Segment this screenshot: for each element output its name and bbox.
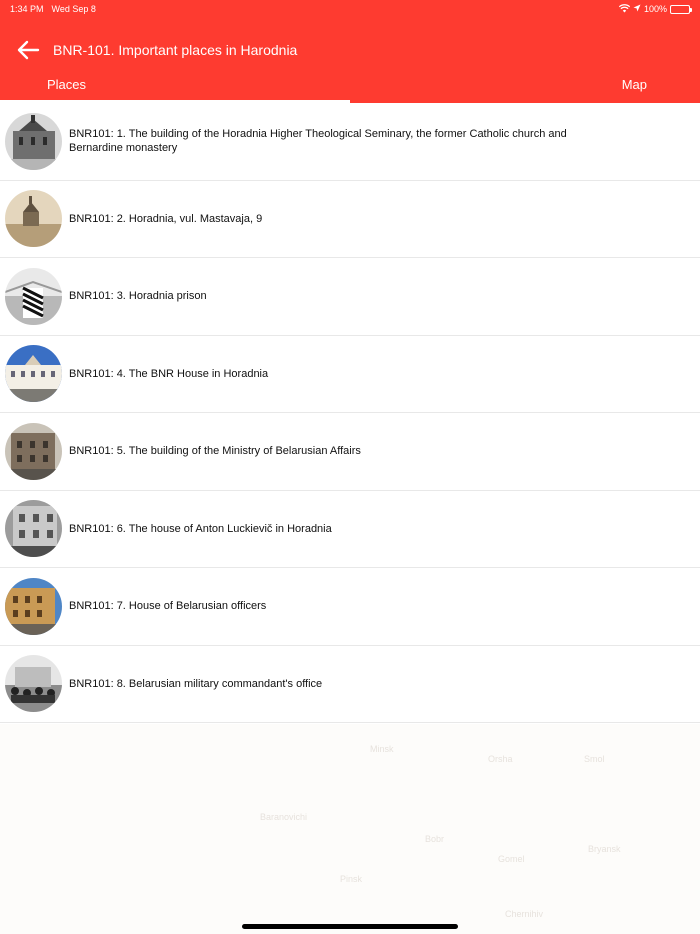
list-item[interactable]: BNR101: 5. The building of the Ministry … <box>0 413 700 491</box>
app-bar: BNR-101. Important places in Harodnia Pl… <box>0 18 700 103</box>
map-background: Minsk Orsha Smol Baranovichi Bobr Gomel … <box>0 724 700 934</box>
battery-percent: 100% <box>643 4 667 14</box>
place-thumbnail <box>5 500 62 558</box>
places-list: BNR101: 1. The building of the Horadnia … <box>0 103 700 723</box>
tab-map[interactable]: Map <box>350 65 700 103</box>
place-title: BNR101: 2. Horadnia, vul. Mastavaja, 9 <box>69 212 263 225</box>
place-title: BNR101: 1. The building of the Horadnia … <box>69 128 567 155</box>
place-title: BNR101: 8. Belarusian military commandan… <box>69 677 323 690</box>
place-thumbnail <box>5 112 62 170</box>
status-time: 1:34 PM <box>10 4 44 14</box>
tab-bar: Places Map <box>0 65 700 103</box>
place-title: BNR101: 3. Horadnia prison <box>69 290 207 303</box>
status-bar: 1:34 PM Wed Sep 8 100% <box>0 0 700 18</box>
location-arrow-icon <box>633 4 641 14</box>
place-thumbnail <box>5 267 62 325</box>
wifi-icon <box>618 3 631 15</box>
page-title: BNR-101. Important places in Harodnia <box>53 42 298 58</box>
tab-places[interactable]: Places <box>0 65 350 103</box>
list-item[interactable]: BNR101: 1. The building of the Horadnia … <box>0 103 700 181</box>
place-thumbnail <box>5 190 62 248</box>
place-thumbnail <box>5 345 62 403</box>
battery-icon <box>670 4 692 14</box>
list-item[interactable]: BNR101: 3. Horadnia prison <box>0 258 700 336</box>
back-button[interactable] <box>14 36 42 64</box>
list-item[interactable]: BNR101: 6. The house of Anton Luckievič … <box>0 490 700 568</box>
place-title: BNR101: 4. The BNR House in Horadnia <box>69 367 269 380</box>
list-item[interactable]: BNR101: 7. House of Belarusian officers <box>0 568 700 646</box>
place-title: BNR101: 7. House of Belarusian officers <box>69 600 267 613</box>
list-item[interactable]: BNR101: 8. Belarusian military commandan… <box>0 645 700 723</box>
place-thumbnail <box>5 655 62 713</box>
arrow-left-icon <box>17 40 40 60</box>
place-title: BNR101: 6. The house of Anton Luckievič … <box>69 522 332 535</box>
status-date: Wed Sep 8 <box>51 4 96 14</box>
place-thumbnail <box>5 577 62 635</box>
list-item[interactable]: BNR101: 2. Horadnia, vul. Mastavaja, 9 <box>0 180 700 258</box>
list-item[interactable]: BNR101: 4. The BNR House in Horadnia <box>0 335 700 413</box>
place-thumbnail <box>5 422 62 480</box>
place-title: BNR101: 5. The building of the Ministry … <box>69 445 361 458</box>
home-indicator[interactable] <box>242 924 458 929</box>
